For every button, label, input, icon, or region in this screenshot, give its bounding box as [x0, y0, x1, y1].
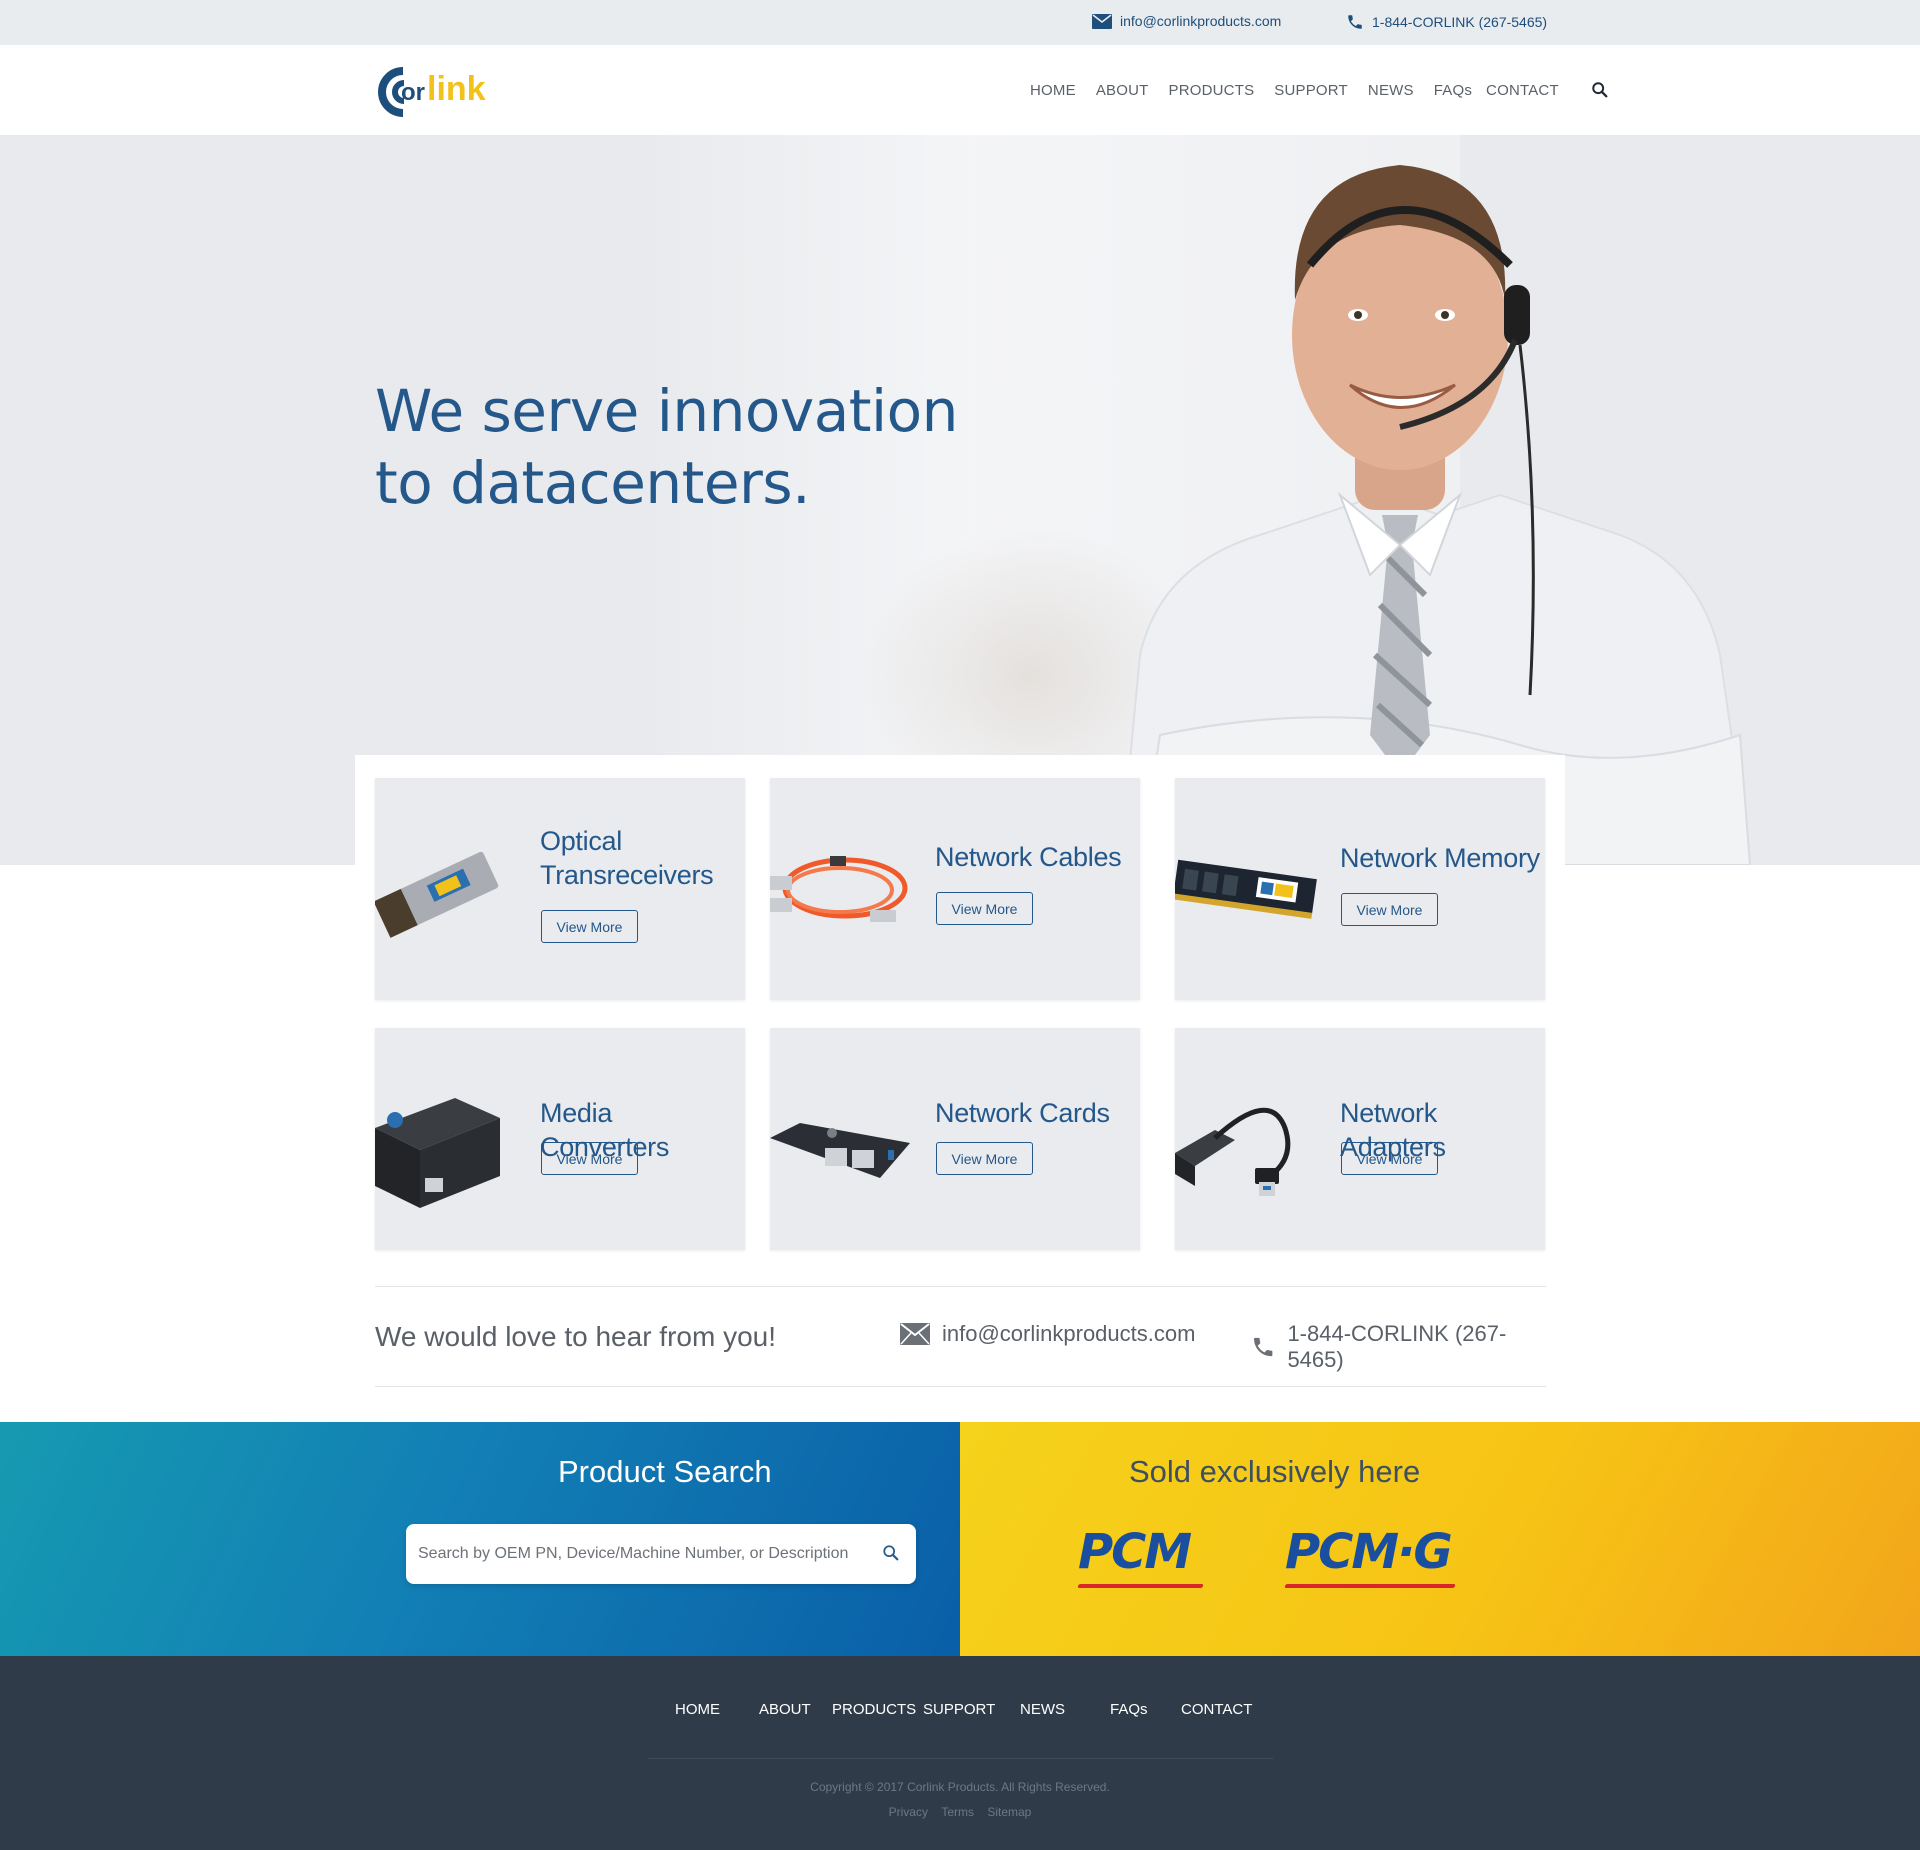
footer-nav-support[interactable]: SUPPORT [923, 1701, 995, 1718]
contact-strip: We would love to hear from you! info@cor… [375, 1286, 1546, 1387]
product-search-title: Product Search [558, 1454, 772, 1489]
view-more-button[interactable]: View More [541, 910, 638, 943]
svg-text:or: or [401, 79, 425, 106]
view-more-button[interactable]: View More [1341, 893, 1438, 926]
contact-email-link[interactable]: info@corlinkproducts.com [900, 1321, 1195, 1347]
nav-products[interactable]: PRODUCTS [1169, 82, 1255, 99]
contact-message: We would love to hear from you! [375, 1321, 777, 1352]
topbar-email-link[interactable]: info@corlinkproducts.com [1092, 13, 1281, 29]
nav-home[interactable]: HOME [1030, 82, 1076, 99]
footer-nav-faqs[interactable]: FAQs [1110, 1701, 1148, 1718]
product-card-network-memory[interactable]: Network Memory View More [1175, 778, 1545, 1000]
footer-nav-home[interactable]: HOME [675, 1701, 720, 1718]
nav-faqs[interactable]: FAQs [1434, 82, 1472, 99]
pcm-logo-link[interactable]: PCM [1077, 1524, 1204, 1588]
phone-icon [1254, 1337, 1273, 1357]
product-card-title: Network Cards [935, 1098, 1110, 1128]
envelope-icon [1092, 13, 1112, 29]
view-more-button[interactable]: View More [1341, 1142, 1438, 1175]
product-card-title: Optical Transreceivers [540, 826, 714, 890]
memory-module-image [1175, 859, 1317, 919]
hero-headline: We serve innovation to datacenters. [375, 375, 1075, 519]
envelope-icon [900, 1323, 930, 1345]
view-more-button[interactable]: View More [936, 1142, 1033, 1175]
contact-phone-text: 1-844-CORLINK (267-5465) [1287, 1321, 1507, 1372]
network-card-image [770, 1123, 910, 1178]
nav-contact[interactable]: CONTACT [1486, 82, 1559, 99]
view-more-button[interactable]: View More [936, 892, 1033, 925]
phone-icon [1348, 15, 1362, 29]
topbar-phone-link[interactable]: 1-844-CORLINK (267-5465) [1346, 13, 1547, 31]
svg-text:link: link [427, 70, 486, 108]
footer-legal-links: Privacy Terms Sitemap [0, 1805, 1920, 1819]
hero-headline-line1: We serve innovation [375, 377, 958, 445]
product-card-optical-transreceivers[interactable]: Optical Transreceivers View More [375, 778, 745, 1000]
product-card-network-adapters[interactable]: Network Adapters View More [1175, 1028, 1545, 1250]
corlink-logo[interactable]: or link [373, 63, 513, 121]
pcm-swoosh [1077, 1584, 1204, 1588]
footer-nav-about[interactable]: ABOUT [759, 1701, 811, 1718]
product-card-title: Network Memory [1340, 843, 1540, 873]
product-card-network-cards[interactable]: Network Cards View More [770, 1028, 1140, 1250]
footer-nav-products[interactable]: PRODUCTS [832, 1701, 916, 1718]
nav-about[interactable]: ABOUT [1096, 82, 1149, 99]
view-more-button[interactable]: View More [541, 1142, 638, 1175]
media-converter-image [375, 1098, 500, 1208]
search-icon[interactable] [882, 1544, 900, 1562]
top-contact-bar: info@corlinkproducts.com 1-844-CORLINK (… [0, 0, 1920, 45]
contact-phone-link[interactable]: 1-844-CORLINK (267-5465) [1251, 1321, 1546, 1373]
footer-nav-contact[interactable]: CONTACT [1181, 1701, 1252, 1718]
product-card-network-cables[interactable]: Network Cables View More [770, 778, 1140, 1000]
contact-email-text: info@corlinkproducts.com [942, 1321, 1196, 1346]
footer-nav-news[interactable]: NEWS [1020, 1701, 1065, 1718]
nav-news[interactable]: NEWS [1368, 82, 1414, 99]
nav-support[interactable]: SUPPORT [1274, 82, 1348, 99]
footer-link-sitemap[interactable]: Sitemap [987, 1805, 1031, 1819]
fiber-cable-image [770, 856, 908, 922]
footer-link-privacy[interactable]: Privacy [889, 1805, 928, 1819]
product-card-media-converters[interactable]: Media Converters View More [375, 1028, 745, 1250]
footer-link-terms[interactable]: Terms [941, 1805, 974, 1819]
footer-divider [648, 1758, 1274, 1759]
hero-headline-line2: to datacenters. [375, 449, 811, 517]
product-card-title: Network Cables [935, 842, 1122, 872]
pcmg-logo-link[interactable]: PCM·G [1284, 1524, 1456, 1588]
search-and-retailers-band: Product Search Sold exclusively here PCM… [0, 1422, 1920, 1656]
sold-exclusively-title: Sold exclusively here [1129, 1454, 1421, 1489]
pcmg-swoosh [1284, 1584, 1456, 1588]
product-categories-panel: Optical Transreceivers View More Network … [355, 755, 1565, 1275]
topbar-email-text: info@corlinkproducts.com [1120, 13, 1282, 29]
product-search-box [406, 1524, 916, 1584]
product-search-input[interactable] [418, 1524, 858, 1584]
main-nav: HOME ABOUT PRODUCTS SUPPORT NEWS FAQs CO… [1030, 81, 1609, 99]
usb-adapter-image [1175, 1107, 1291, 1196]
site-footer: HOME ABOUT PRODUCTS SUPPORT NEWS FAQs CO… [0, 1656, 1920, 1850]
sold-exclusively-section: Sold exclusively here PCM PCM·G [960, 1422, 1920, 1656]
product-search-section: Product Search [0, 1422, 960, 1656]
sfp-transceiver-image [375, 851, 499, 938]
topbar-phone-text: 1-844-CORLINK (267-5465) [1372, 14, 1548, 30]
site-header: or link HOME ABOUT PRODUCTS SUPPORT NEWS… [0, 45, 1920, 135]
footer-copyright: Copyright © 2017 Corlink Products. All R… [810, 1780, 1110, 1794]
search-icon[interactable] [1591, 81, 1609, 99]
